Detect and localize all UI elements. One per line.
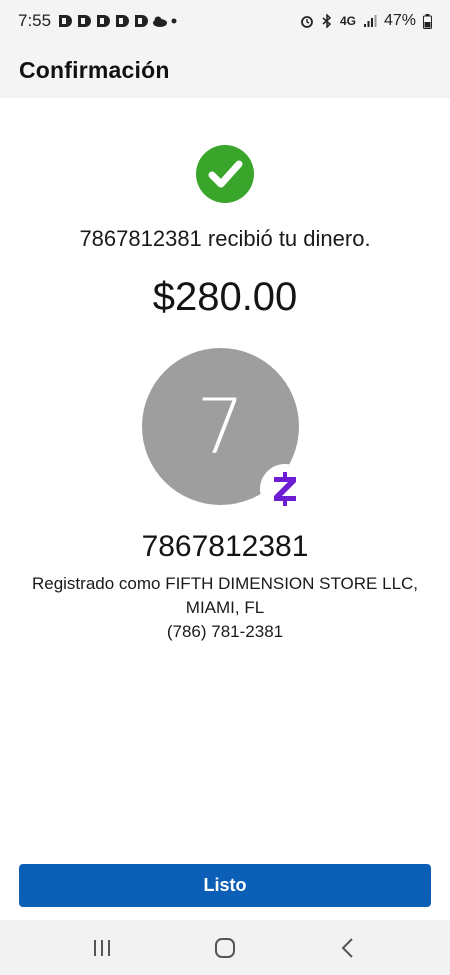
network-type: 4G bbox=[339, 14, 356, 28]
recipient-name: 7867812381 bbox=[141, 530, 309, 563]
system-nav-bar bbox=[0, 920, 450, 975]
amount-sent: $280.00 bbox=[152, 275, 298, 319]
notification-app-icon bbox=[135, 15, 149, 27]
bluetooth-icon bbox=[322, 14, 332, 28]
notification-app-icon bbox=[116, 15, 130, 27]
status-bar: 7:55 4G 47% bbox=[0, 0, 450, 42]
recipient-phone: (786) 781-2381 bbox=[166, 622, 284, 641]
recipient-details: Registrado como FIFTH DIMENSION STORE LL… bbox=[0, 572, 450, 644]
recent-apps-button[interactable] bbox=[82, 933, 122, 963]
home-icon bbox=[214, 937, 235, 958]
notification-app-icon bbox=[78, 15, 92, 27]
done-button[interactable]: Listo bbox=[19, 864, 431, 907]
confirmation-message: 7867812381 recibió tu dinero. bbox=[79, 226, 371, 251]
status-time: 7:55 bbox=[18, 11, 52, 30]
registered-location: MIAMI, FL bbox=[185, 598, 265, 617]
recent-apps-icon bbox=[93, 939, 110, 956]
battery-percent: 47% bbox=[383, 12, 416, 29]
battery-icon bbox=[423, 13, 432, 29]
status-left: 7:55 bbox=[18, 11, 177, 31]
home-button[interactable] bbox=[205, 933, 245, 963]
check-circle-icon bbox=[196, 145, 254, 203]
notification-icons bbox=[57, 14, 177, 28]
back-icon bbox=[341, 937, 354, 958]
notification-app-icon bbox=[97, 15, 111, 27]
status-right: 4G 47% bbox=[300, 12, 432, 30]
avatar-initial: 7 bbox=[196, 382, 245, 471]
more-notifications-dot-icon bbox=[171, 18, 177, 24]
notification-app-icon bbox=[59, 15, 73, 27]
cloud-icon bbox=[153, 16, 168, 27]
zelle-icon bbox=[260, 464, 310, 514]
app-bar: Confirmación bbox=[0, 42, 450, 98]
back-button[interactable] bbox=[328, 933, 368, 963]
registered-business: Registrado como FIFTH DIMENSION STORE LL… bbox=[31, 574, 419, 593]
alarm-icon bbox=[301, 16, 313, 28]
signal-icon bbox=[363, 15, 377, 27]
page-title: Confirmación bbox=[19, 56, 170, 83]
